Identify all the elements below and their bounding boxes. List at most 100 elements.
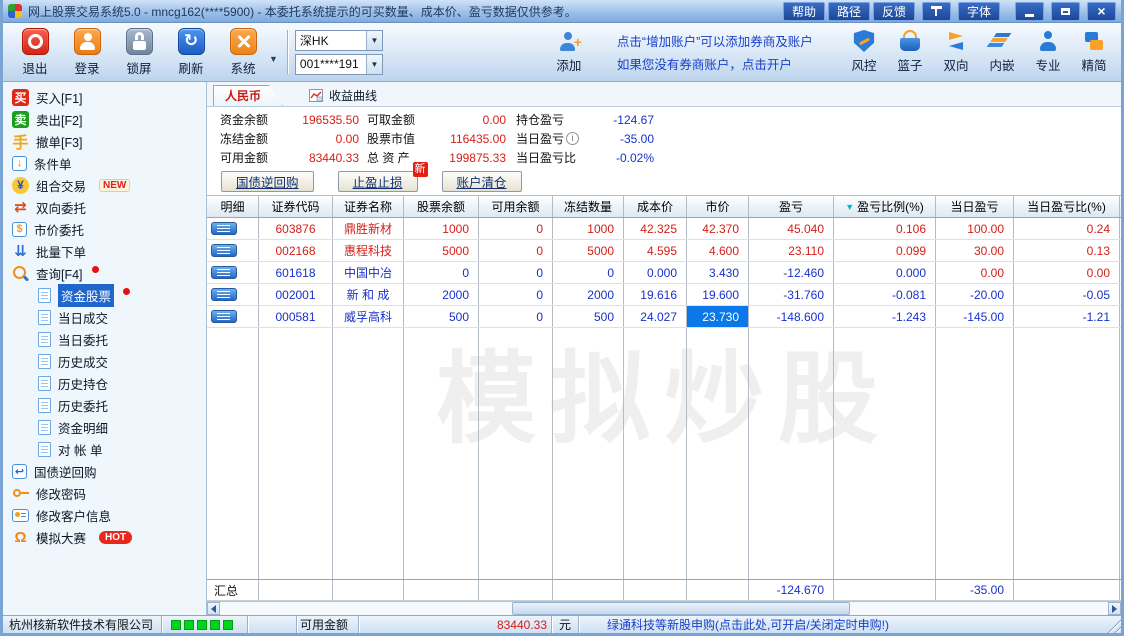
cell-pnl-ratio[interactable]: -0.081 bbox=[834, 284, 936, 305]
sidebar-item-contest[interactable]: 模拟大赛HOT bbox=[3, 526, 206, 548]
cell-cost[interactable]: 4.595 bbox=[624, 240, 687, 261]
cell-code[interactable]: 002001 bbox=[259, 284, 333, 305]
market-dropdown[interactable]: 深HK ▼ bbox=[295, 30, 383, 51]
sidebar-item-cancel[interactable]: 撤单[F3] bbox=[3, 130, 206, 152]
header-cell-balance[interactable]: 股票余额 bbox=[404, 196, 479, 217]
cell-pnl[interactable]: -31.760 bbox=[749, 284, 834, 305]
sidebar-item-twoway[interactable]: 双向委托 bbox=[3, 196, 206, 218]
cell-balance[interactable]: 500 bbox=[404, 306, 479, 327]
cell-available[interactable]: 0 bbox=[479, 218, 553, 239]
cell-cost[interactable]: 42.325 bbox=[624, 218, 687, 239]
toolbar-login-button[interactable]: 登录 bbox=[61, 23, 113, 81]
sidebar-item-query[interactable]: 查询[F4] bbox=[3, 262, 206, 284]
cell-day-pnl[interactable]: 30.00 bbox=[936, 240, 1014, 261]
cell-day-pnl-ratio[interactable]: -0.05 bbox=[1014, 284, 1120, 305]
scroll-right-arrow[interactable] bbox=[1108, 602, 1121, 615]
detail-button[interactable] bbox=[211, 266, 237, 279]
maximize-button[interactable] bbox=[1051, 2, 1080, 21]
cell-price[interactable]: 23.730 bbox=[687, 306, 749, 327]
cell-pnl[interactable]: 23.110 bbox=[749, 240, 834, 261]
font-button[interactable]: 字体 bbox=[958, 2, 1000, 21]
more-tools-caret[interactable]: ▼ bbox=[269, 54, 278, 64]
cell-pnl-ratio[interactable]: 0.099 bbox=[834, 240, 936, 261]
ipo-notice-link[interactable]: 绿通科技等新股申购(点击此处,可开启/关闭定时申购!) bbox=[579, 616, 1106, 633]
sidebar-item-history-deals[interactable]: 历史成交 bbox=[3, 350, 206, 372]
sidebar-item-batch[interactable]: 批量下单 bbox=[3, 240, 206, 262]
cell-available[interactable]: 0 bbox=[479, 240, 553, 261]
header-cell-cost[interactable]: 成本价 bbox=[624, 196, 687, 217]
sidebar-item-custinfo[interactable]: 修改客户信息 bbox=[3, 504, 206, 526]
cell-available[interactable]: 0 bbox=[479, 262, 553, 283]
cell-cost[interactable]: 24.027 bbox=[624, 306, 687, 327]
pin-button[interactable] bbox=[922, 2, 951, 21]
cell-day-pnl-ratio[interactable]: 0.00 bbox=[1014, 262, 1120, 283]
cell-pnl-ratio[interactable]: -1.243 bbox=[834, 306, 936, 327]
sidebar-item-buy[interactable]: 买入[F1] bbox=[3, 86, 206, 108]
cell-available[interactable]: 0 bbox=[479, 306, 553, 327]
cell-frozen[interactable]: 1000 bbox=[553, 218, 624, 239]
add-account-button[interactable]: + 添加 bbox=[543, 23, 595, 81]
cell-pnl[interactable]: -148.600 bbox=[749, 306, 834, 327]
sidebar-item-history-orders[interactable]: 历史委托 bbox=[3, 394, 206, 416]
sidebar-item-fund-stock[interactable]: 资金股票 bbox=[3, 284, 206, 306]
promo-line2-open-account-link[interactable]: 如果您没有券商账户，点击开户 bbox=[617, 54, 813, 73]
cell-frozen[interactable]: 500 bbox=[553, 306, 624, 327]
sidebar-item-password[interactable]: 修改密码 bbox=[3, 482, 206, 504]
toolbar-system-button[interactable]: 系统 bbox=[217, 23, 269, 81]
cell-day-pnl[interactable]: 0.00 bbox=[936, 262, 1014, 283]
header-cell-code[interactable]: 证券代码 bbox=[259, 196, 333, 217]
cell-frozen[interactable]: 5000 bbox=[553, 240, 624, 261]
cell-code[interactable]: 000581 bbox=[259, 306, 333, 327]
sidebar-item-sell[interactable]: 卖出[F2] bbox=[3, 108, 206, 130]
cell-balance[interactable]: 0 bbox=[404, 262, 479, 283]
cell-available[interactable]: 0 bbox=[479, 284, 553, 305]
tab-profit-curve[interactable]: 收益曲线 bbox=[309, 85, 377, 106]
cell-code[interactable]: 601618 bbox=[259, 262, 333, 283]
sidebar-item-portfolio[interactable]: 组合交易NEW bbox=[3, 174, 206, 196]
cell-name[interactable]: 惠程科技 bbox=[333, 240, 404, 261]
detail-button[interactable] bbox=[211, 222, 237, 235]
sidebar-item-repo[interactable]: 国债逆回购 bbox=[3, 460, 206, 482]
sidebar-item-fund-detail[interactable]: 资金明细 bbox=[3, 416, 206, 438]
cell-balance[interactable]: 1000 bbox=[404, 218, 479, 239]
header-cell-price[interactable]: 市价 bbox=[687, 196, 749, 217]
info-icon[interactable]: i bbox=[566, 132, 579, 145]
cell-name[interactable]: 威孚高科 bbox=[333, 306, 404, 327]
cell-name[interactable]: 鼎胜新材 bbox=[333, 218, 404, 239]
sidebar-item-day-deals[interactable]: 当日成交 bbox=[3, 306, 206, 328]
cell-frozen[interactable]: 2000 bbox=[553, 284, 624, 305]
cell-day-pnl[interactable]: 100.00 bbox=[936, 218, 1014, 239]
cell-day-pnl[interactable]: -20.00 bbox=[936, 284, 1014, 305]
header-cell-frozen[interactable]: 冻结数量 bbox=[553, 196, 624, 217]
minimize-button[interactable] bbox=[1015, 2, 1044, 21]
header-cell-pnl-ratio[interactable]: ▼盈亏比例(%) bbox=[834, 196, 936, 217]
toolbar-basket-button[interactable]: 篮子 bbox=[887, 23, 933, 81]
account-dropdown[interactable]: 001****191 ▼ bbox=[295, 54, 383, 75]
sidebar-item-condition[interactable]: 条件单 bbox=[3, 152, 206, 174]
cell-price[interactable]: 4.600 bbox=[687, 240, 749, 261]
detail-button[interactable] bbox=[211, 310, 237, 323]
cell-balance[interactable]: 2000 bbox=[404, 284, 479, 305]
header-cell-day-pnl-ratio[interactable]: 当日盈亏比(%) bbox=[1014, 196, 1120, 217]
toolbar-pro-button[interactable]: 专业 bbox=[1025, 23, 1071, 81]
cell-pnl[interactable]: 45.040 bbox=[749, 218, 834, 239]
sidebar-item-statement[interactable]: 对 帐 单 bbox=[3, 438, 206, 460]
horizontal-scrollbar[interactable] bbox=[207, 601, 1121, 615]
sidebar-item-day-orders[interactable]: 当日委托 bbox=[3, 328, 206, 350]
cell-balance[interactable]: 5000 bbox=[404, 240, 479, 261]
action-button-止盈止损[interactable]: 止盈止损 bbox=[338, 171, 418, 192]
cell-name[interactable]: 中国中冶 bbox=[333, 262, 404, 283]
cell-price[interactable]: 3.430 bbox=[687, 262, 749, 283]
cell-code[interactable]: 603876 bbox=[259, 218, 333, 239]
close-button[interactable]: × bbox=[1087, 2, 1116, 21]
detail-button[interactable] bbox=[211, 244, 237, 257]
action-button-国债逆回购[interactable]: 国债逆回购 bbox=[221, 171, 314, 192]
header-cell-available[interactable]: 可用余额 bbox=[479, 196, 553, 217]
sidebar-item-marketprice[interactable]: 市价委托 bbox=[3, 218, 206, 240]
cell-day-pnl-ratio[interactable]: 0.24 bbox=[1014, 218, 1120, 239]
titlebar-button-反馈[interactable]: 反馈 bbox=[873, 2, 915, 21]
cell-cost[interactable]: 0.000 bbox=[624, 262, 687, 283]
toolbar-embed-button[interactable]: 内嵌 bbox=[979, 23, 1025, 81]
cell-price[interactable]: 19.600 bbox=[687, 284, 749, 305]
cell-pnl[interactable]: -12.460 bbox=[749, 262, 834, 283]
